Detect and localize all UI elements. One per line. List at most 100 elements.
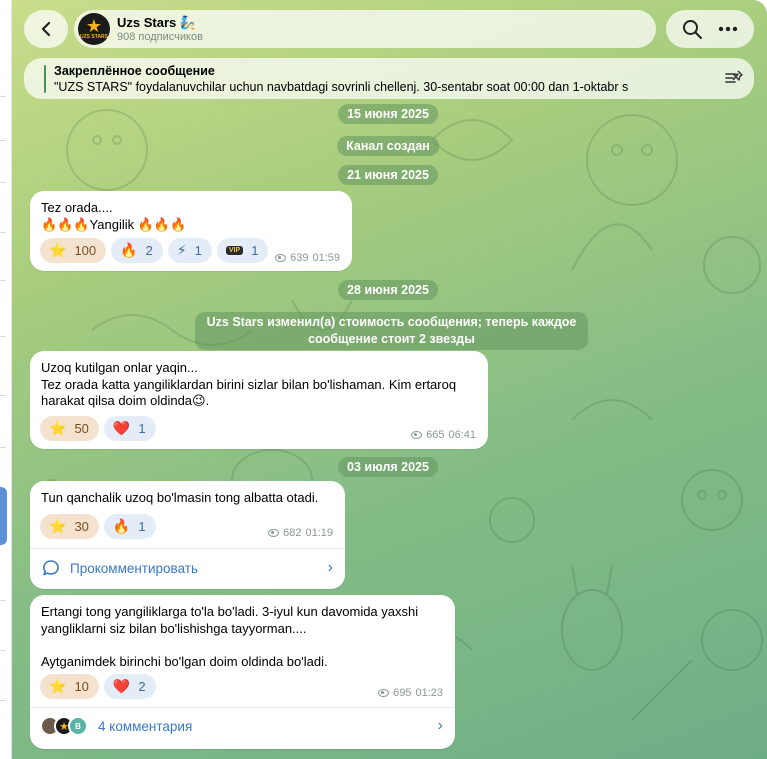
reaction-fire[interactable]: 🔥 2 xyxy=(111,238,163,263)
message-time: 06:41 xyxy=(448,429,476,441)
reaction-count: 50 xyxy=(74,421,89,436)
divider xyxy=(0,140,6,141)
reaction-count: 2 xyxy=(145,243,153,258)
back-button[interactable] xyxy=(24,10,68,48)
reaction-count: 2 xyxy=(138,679,146,694)
message-time: 01:59 xyxy=(312,252,340,264)
message-bubble[interactable]: Tez orada.... 🔥🔥🔥Yangilik 🔥🔥🔥 ⭐ 100 🔥 2 ⚡ 1… xyxy=(30,191,352,271)
divider xyxy=(0,280,6,281)
lightning-icon: ⚡ xyxy=(176,242,187,258)
eye-icon xyxy=(411,431,423,439)
reaction-heart[interactable]: ❤️ 1 xyxy=(103,416,156,441)
eye-icon xyxy=(275,254,287,262)
message-bubble[interactable]: Uzoq kutilgan onlar yaqin... Tez orada k… xyxy=(30,351,488,449)
reaction-heart[interactable]: ❤️ 2 xyxy=(103,674,156,699)
heart-icon: ❤️ xyxy=(112,420,131,436)
comment-button[interactable]: Прокомментировать › xyxy=(42,559,333,577)
message-time: 01:19 xyxy=(305,527,333,539)
chevron-right-icon: › xyxy=(327,559,333,576)
chevron-left-icon xyxy=(41,21,51,37)
comment-label: 4 комментария xyxy=(98,718,193,734)
message-meta: 639 01:59 xyxy=(275,252,340,264)
more-options-icon[interactable] xyxy=(718,26,738,32)
chat-area: ★ UZS STARS Uzs Stars 🧞 908 подписчиков … xyxy=(12,0,767,759)
reaction-lightning[interactable]: ⚡ 1 xyxy=(167,238,212,263)
fire-icon: 🔥 xyxy=(120,242,138,258)
selected-chat-indicator[interactable] xyxy=(0,487,7,545)
reaction-count: 1 xyxy=(138,519,146,534)
reactions-bar: ⭐ 10 ❤️ 2 xyxy=(40,674,156,699)
eye-icon xyxy=(378,689,390,697)
heart-icon: ❤️ xyxy=(112,678,131,694)
message-text: Tun qanchalik uzoq bo'lmasin tong albatt… xyxy=(41,490,319,505)
reaction-count: 100 xyxy=(74,243,97,258)
message-meta: 665 06:41 xyxy=(411,429,476,441)
channel-header[interactable]: ★ UZS STARS Uzs Stars 🧞 908 подписчиков xyxy=(74,10,656,48)
eye-icon xyxy=(268,529,280,537)
comment-label: Прокомментировать xyxy=(70,560,198,576)
divider xyxy=(30,707,455,708)
divider xyxy=(30,548,345,549)
service-message: Uzs Stars изменил(а) стоимость сообщения… xyxy=(195,312,588,350)
pinned-list-icon[interactable] xyxy=(724,68,744,88)
comments-button[interactable]: ★ B 4 комментария › xyxy=(40,716,443,736)
divider xyxy=(0,600,6,601)
channel-title: Uzs Stars 🧞 xyxy=(117,15,197,30)
search-icon[interactable] xyxy=(682,19,702,39)
chat-list-edge xyxy=(0,0,12,759)
message-meta: 695 01:23 xyxy=(378,687,443,699)
divider xyxy=(0,395,6,396)
message-bubble[interactable]: Ertangi tong yangiliklarga to'la bo'ladi… xyxy=(30,595,455,749)
message-time: 01:23 xyxy=(415,687,443,699)
chevron-right-icon: › xyxy=(437,717,443,734)
avatar-text: UZS STARS xyxy=(80,34,108,40)
date-separator: 28 июня 2025 xyxy=(338,280,438,300)
view-count: 682 xyxy=(283,527,302,539)
date-separator: 15 июня 2025 xyxy=(338,104,438,124)
view-count: 695 xyxy=(393,687,412,699)
view-count: 665 xyxy=(426,429,445,441)
message-bubble[interactable]: Tun qanchalik uzoq bo'lmasin tong albatt… xyxy=(30,481,345,589)
date-separator: 03 июля 2025 xyxy=(338,457,438,477)
message-meta: 682 01:19 xyxy=(268,527,333,539)
vip-icon: VIP xyxy=(225,246,244,255)
divider xyxy=(0,700,6,701)
channel-avatar[interactable]: ★ UZS STARS xyxy=(78,13,110,45)
divider xyxy=(0,182,6,183)
reaction-count: 10 xyxy=(74,679,89,694)
reaction-count: 1 xyxy=(251,243,259,258)
message-text: Uzoq kutilgan onlar yaqin... Tez orada k… xyxy=(41,360,457,408)
reaction-star[interactable]: ⭐ 50 xyxy=(40,416,99,441)
fire-icon: 🔥 xyxy=(112,518,131,534)
divider xyxy=(0,232,6,233)
subscriber-count: 908 подписчиков xyxy=(117,31,203,43)
reaction-vip[interactable]: VIP 1 xyxy=(216,238,269,263)
star-icon: ⭐ xyxy=(49,420,67,436)
reactions-bar: ⭐ 50 ❤️ 1 xyxy=(40,416,156,441)
comment-icon xyxy=(43,560,59,576)
pinned-text: "UZS STARS" foydalanuvchilar uchun navba… xyxy=(54,80,629,94)
star-icon: ⭐ xyxy=(49,518,67,534)
message-text: Ertangi tong yangiliklarga to'la bo'ladi… xyxy=(41,604,419,669)
pinned-message-bar[interactable]: Закреплённое сообщение "UZS STARS" foyda… xyxy=(24,58,754,99)
reaction-count: 1 xyxy=(138,421,146,436)
view-count: 639 xyxy=(290,252,309,264)
reaction-star[interactable]: ⭐ 30 xyxy=(40,514,99,539)
divider xyxy=(0,96,6,97)
reaction-star[interactable]: ⭐ 10 xyxy=(40,674,99,699)
divider xyxy=(0,336,6,337)
reaction-fire[interactable]: 🔥 1 xyxy=(103,514,156,539)
divider xyxy=(0,447,6,448)
star-icon: ⭐ xyxy=(49,242,67,258)
star-icon: ★ xyxy=(85,16,103,36)
avatar: B xyxy=(68,716,88,736)
reaction-star[interactable]: ⭐ 100 xyxy=(40,238,107,263)
divider xyxy=(0,650,6,651)
reaction-count: 1 xyxy=(194,243,202,258)
pinned-indicator xyxy=(44,65,46,93)
reactions-bar: ⭐ 30 🔥 1 xyxy=(40,514,156,539)
reactions-bar: ⭐ 100 🔥 2 ⚡ 1 VIP 1 xyxy=(40,238,269,263)
message-text: Tez orada.... 🔥🔥🔥Yangilik 🔥🔥🔥 xyxy=(41,200,187,232)
commenter-avatars: ★ B xyxy=(40,716,88,736)
star-icon: ⭐ xyxy=(49,678,67,694)
